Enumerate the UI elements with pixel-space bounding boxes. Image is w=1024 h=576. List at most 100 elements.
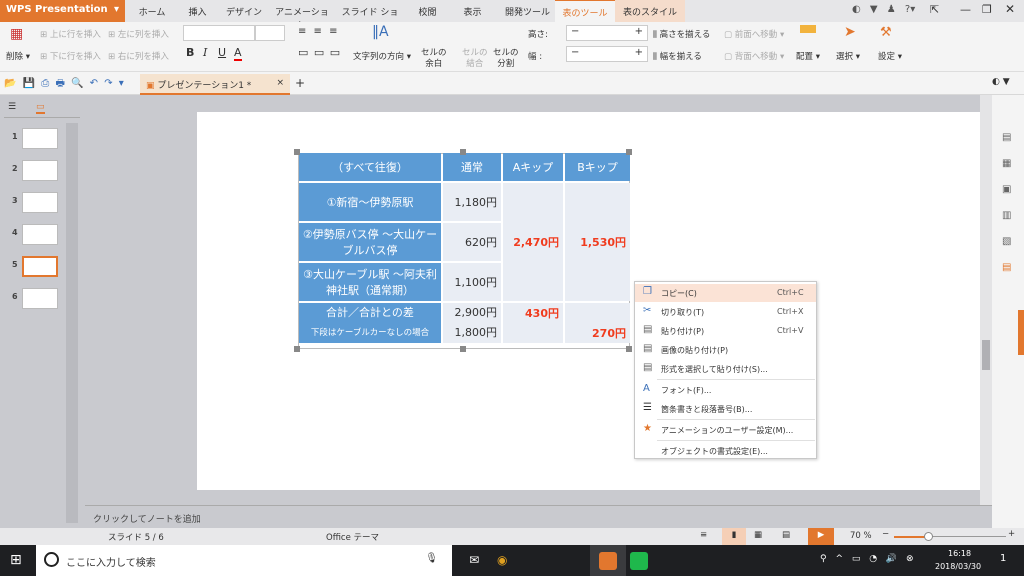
notes-area[interactable]: クリックしてノートを追加 <box>85 505 992 528</box>
arrange-button[interactable]: 配置 ▾ <box>796 50 820 62</box>
menu-item-paste-image[interactable]: ▤ 画像の貼り付け(P) <box>635 341 816 359</box>
cell[interactable]: 2,900円 1,800円 <box>443 303 501 343</box>
zoom-out-button[interactable]: − <box>882 529 889 539</box>
slide-thumbnail-4[interactable] <box>22 224 58 245</box>
insert-col-right[interactable]: ⊞ 右に列を挿入 <box>108 50 169 62</box>
row-label[interactable]: 合計／合計との差 下段はケーブルカーなしの場合 <box>299 303 441 343</box>
tray-icons[interactable]: ⚲ ^ ▭ ◔ 🔊 ⊗ <box>820 554 914 564</box>
height-stepper[interactable]: − + <box>566 25 648 41</box>
insert-row-above[interactable]: ⊞ 上に行を挿入 <box>40 28 101 40</box>
header-cell[interactable]: Bキップ <box>565 153 630 181</box>
cell[interactable]: 430円 <box>503 303 563 343</box>
delete-button[interactable]: 削除 ▾ <box>6 50 30 62</box>
tab-insert[interactable]: 挿入 <box>180 0 215 22</box>
insert-row-below[interactable]: ⊞ 下に行を挿入 <box>40 50 101 62</box>
row-label[interactable]: ②伊勢原バス停 ～大山ケーブルバス停 <box>299 223 441 261</box>
font-color-button[interactable]: A <box>234 46 242 61</box>
app-menu-button[interactable]: WPS Presentation ▾ <box>0 0 125 22</box>
font-size-select[interactable] <box>255 25 285 41</box>
microphone-icon[interactable]: 🎙 <box>425 553 438 564</box>
sidebar-tool-icons[interactable]: ▤ ▦ ▣ ▥ ▧ ▤ <box>1002 125 1011 281</box>
play-slideshow-button[interactable]: ▶ <box>808 528 834 545</box>
vertical-scrollbar[interactable] <box>980 95 992 505</box>
tab-home[interactable]: ホーム <box>132 0 172 22</box>
align-buttons[interactable]: ≡ ≡ ≡ <box>298 26 338 37</box>
panel-icons[interactable]: ◐ ▼ <box>992 77 1010 87</box>
resize-handle[interactable] <box>626 346 632 352</box>
underline-button[interactable]: U <box>218 46 226 59</box>
new-tab-button[interactable]: + <box>295 76 305 90</box>
row-label[interactable]: ③大山ケーブル駅 ～阿夫利神社駅（通常期） <box>299 263 441 301</box>
resize-handle[interactable] <box>294 149 300 155</box>
tab-animation[interactable]: アニメーション <box>272 0 332 31</box>
zoom-slider[interactable] <box>894 532 1006 541</box>
equal-height-button[interactable]: ⫼ 高さを揃える <box>653 28 710 40</box>
resize-handle[interactable] <box>626 149 632 155</box>
maximize-button[interactable]: ❐ <box>982 3 992 16</box>
settings-button[interactable]: 設定 ▾ <box>878 50 902 62</box>
width-stepper[interactable]: − + <box>566 46 648 62</box>
tab-view[interactable]: 表示 <box>455 0 490 22</box>
slide-thumbnail-6[interactable] <box>22 288 58 309</box>
tab-design[interactable]: デザイン <box>224 0 264 22</box>
menu-item-cut[interactable]: ✂ 切り取り(T) Ctrl+X <box>635 303 816 321</box>
header-cell[interactable]: （すべて往復） <box>299 153 441 181</box>
split-cells-button[interactable]: セルの 分割 <box>493 48 519 70</box>
menu-item-paste[interactable]: ▤ 貼り付け(P) Ctrl+V <box>635 322 816 340</box>
menu-item-bullets[interactable]: ☰ 箇条書きと段落番号(B)... <box>635 400 816 418</box>
menu-item-paste-special[interactable]: ▤ 形式を選択して貼り付け(S)... <box>635 360 816 378</box>
cell[interactable]: 1,180円 <box>443 183 501 221</box>
header-cell[interactable]: Aキップ <box>503 153 563 181</box>
menu-item-animation[interactable]: ★ アニメーションのユーザー設定(M)... <box>635 421 816 439</box>
header-cell[interactable]: 通常 <box>443 153 501 181</box>
slides-view-icon[interactable]: ▭ <box>36 102 45 114</box>
slide-thumbnail-2[interactable] <box>22 160 58 181</box>
restore-ribbon-icon[interactable]: ⇱ <box>930 3 939 16</box>
merge-cells-button[interactable]: セルの 結合 <box>462 48 488 70</box>
wps-spreadsheet-taskbar-button[interactable] <box>630 552 648 570</box>
slide-thumbnail-3[interactable] <box>22 192 58 213</box>
wps-presentation-taskbar-button[interactable] <box>590 545 626 576</box>
tab-table-style[interactable]: 表のスタイル <box>615 0 685 22</box>
quick-access-icons[interactable]: 📂 💾 ⎙ 🖶 🔍 ↶ ↷ ▾ <box>4 76 124 93</box>
equal-width-button[interactable]: ⫼ 幅を揃える <box>653 50 702 62</box>
bring-forward-button[interactable]: ▢ 前面へ移動 ▾ <box>724 28 784 40</box>
cell[interactable]: 1,100円 <box>443 263 501 301</box>
resize-handle[interactable] <box>460 346 466 352</box>
cell[interactable]: 620円 <box>443 223 501 261</box>
notification-center-icon[interactable]: 1 <box>1000 553 1006 564</box>
font-name-select[interactable] <box>183 25 255 41</box>
taskbar-search-input[interactable]: ここに入力して検索 🎙 <box>36 545 452 576</box>
tab-slideshow[interactable]: スライド ショー <box>340 0 400 31</box>
italic-button[interactable]: I <box>203 46 207 59</box>
fare-table[interactable]: （すべて往復） 通常 Aキップ Bキップ ①新宿～伊勢原駅 1,180円 2,4… <box>297 151 632 345</box>
row-label[interactable]: ①新宿～伊勢原駅 <box>299 183 441 221</box>
tab-review[interactable]: 校閲 <box>410 0 445 22</box>
close-tab-button[interactable]: × <box>276 78 284 88</box>
resize-handle[interactable] <box>294 346 300 352</box>
tab-developer[interactable]: 開発ツール <box>500 0 555 22</box>
bold-button[interactable]: B <box>186 46 194 59</box>
cell[interactable]: 1,530円 <box>565 183 630 301</box>
insert-col-left[interactable]: ⊞ 左に列を挿入 <box>108 28 169 40</box>
cell[interactable]: 270円 <box>565 303 630 343</box>
close-button[interactable]: ✕ <box>1005 2 1015 16</box>
document-tab[interactable]: ▣ プレゼンテーション1 * × <box>140 74 290 95</box>
windows-start-icon[interactable]: ⊞ <box>10 552 22 568</box>
cell-margin-button[interactable]: セルの 余白 <box>421 48 447 70</box>
clock-time[interactable]: 16:18 <box>948 549 971 558</box>
sidebar-toggle[interactable] <box>1018 310 1024 355</box>
resize-handle[interactable] <box>460 149 466 155</box>
menu-item-copy[interactable]: ❐ コピー(C) Ctrl+C <box>635 284 816 302</box>
normal-view-button[interactable]: ▮ <box>722 528 746 545</box>
slide-sorter-button[interactable]: ▦ <box>754 530 762 540</box>
menu-item-font[interactable]: A フォント(F)... <box>635 381 816 399</box>
text-direction-button[interactable]: 文字列の方向 ▾ <box>353 50 411 62</box>
minimize-button[interactable]: — <box>960 3 971 16</box>
cell[interactable]: 2,470円 <box>503 183 563 301</box>
select-button[interactable]: 選択 ▾ <box>836 50 860 62</box>
zoom-in-button[interactable]: + <box>1008 529 1015 539</box>
outline-view-icon[interactable]: ☰ <box>8 102 16 112</box>
tab-table-tools[interactable]: 表のツール <box>555 0 615 22</box>
reading-view-button[interactable]: ▤ <box>782 530 790 540</box>
